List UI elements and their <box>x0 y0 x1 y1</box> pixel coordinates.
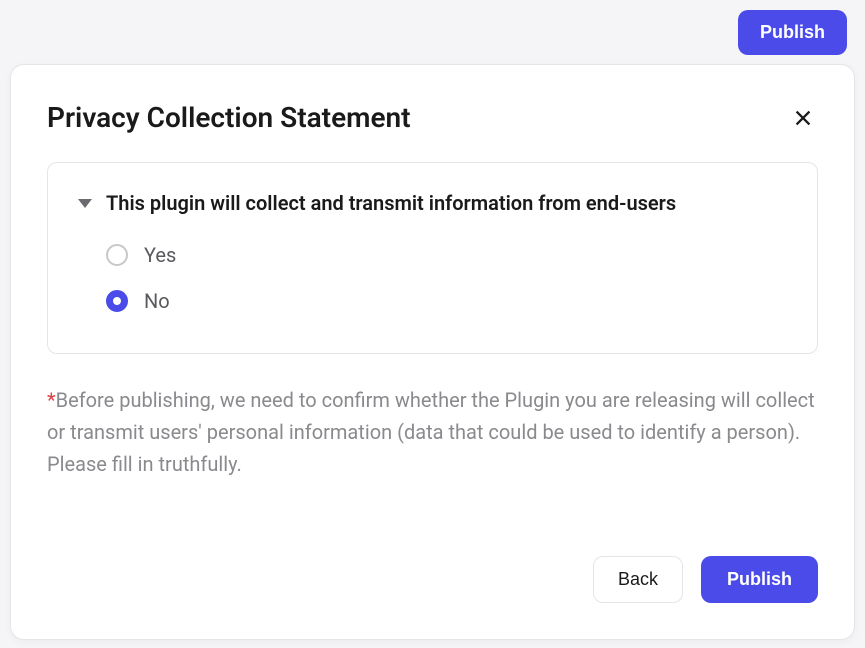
disclaimer-text: *Before publishing, we need to confirm w… <box>47 384 818 536</box>
disclaimer-body: Before publishing, we need to confirm wh… <box>47 388 815 476</box>
card-heading: This plugin will collect and transmit in… <box>106 191 676 215</box>
privacy-modal: Privacy Collection Statement This plugin… <box>10 64 855 640</box>
top-bar: Publish <box>0 0 865 55</box>
back-button[interactable]: Back <box>593 556 683 603</box>
radio-icon <box>106 244 128 266</box>
chevron-down-icon <box>78 199 92 208</box>
collection-card: This plugin will collect and transmit in… <box>47 162 818 354</box>
radio-option-yes[interactable]: Yes <box>106 243 787 267</box>
close-icon <box>792 107 814 129</box>
publish-top-button[interactable]: Publish <box>738 10 847 55</box>
radio-label-no: No <box>144 289 170 313</box>
card-header[interactable]: This plugin will collect and transmit in… <box>78 191 787 215</box>
modal-title: Privacy Collection Statement <box>47 101 411 134</box>
radio-label-yes: Yes <box>144 243 176 267</box>
required-asterisk: * <box>47 388 56 412</box>
radio-option-no[interactable]: No <box>106 289 787 313</box>
modal-header: Privacy Collection Statement <box>47 101 818 134</box>
close-button[interactable] <box>788 103 818 133</box>
radio-group: Yes No <box>78 243 787 313</box>
publish-modal-button[interactable]: Publish <box>701 556 818 603</box>
radio-icon-selected <box>106 290 128 312</box>
modal-footer: Back Publish <box>47 556 818 603</box>
